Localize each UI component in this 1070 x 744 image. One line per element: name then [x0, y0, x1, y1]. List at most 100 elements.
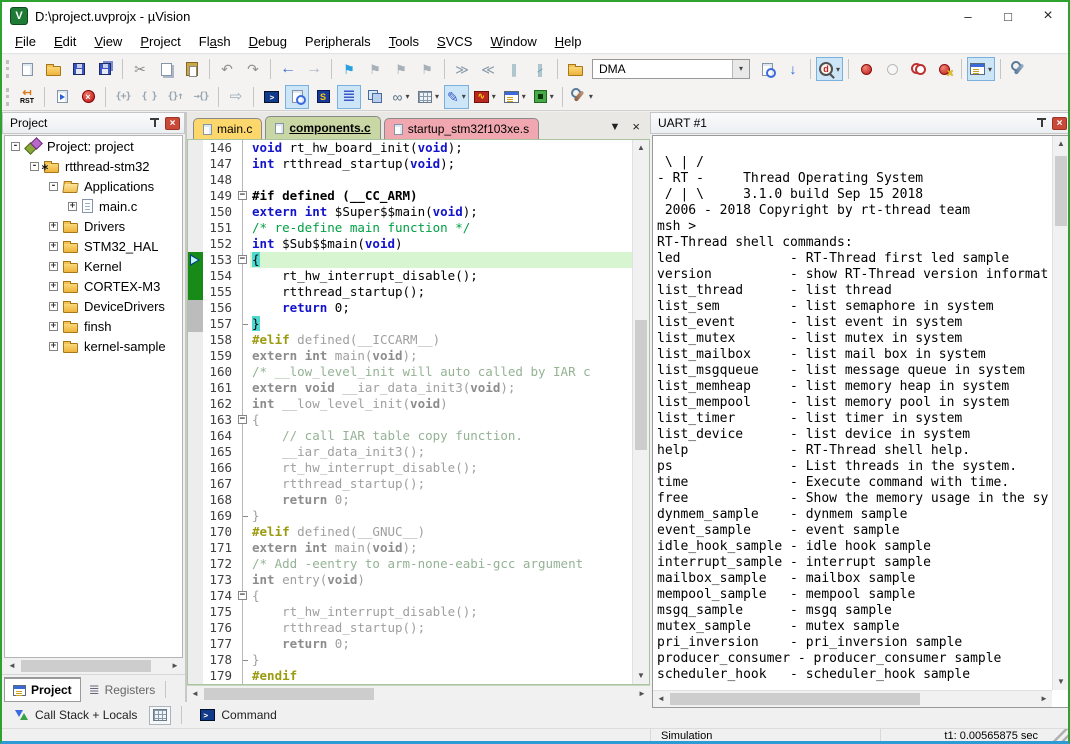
editor-tab-startup-stm32f103xe-s[interactable]: startup_stm32f103xe.s [384, 118, 539, 139]
code-editor[interactable]: 146void rt_hw_board_init(void);147int rt… [187, 139, 650, 685]
scroll-left-arrow[interactable]: ◄ [4, 658, 20, 674]
save-all-button[interactable] [93, 57, 117, 81]
previous-bookmark-button[interactable]: ⚑ [363, 57, 387, 81]
collapse-icon[interactable]: - [49, 182, 58, 191]
expand-icon[interactable]: + [49, 262, 58, 271]
tab-call-stack-locals[interactable]: Call Stack + Locals [6, 705, 145, 725]
tree-item-stm32-hal[interactable]: +STM32_HAL [5, 236, 182, 256]
fold-collapse-icon[interactable]: − [238, 415, 247, 424]
comment-button[interactable]: ∥ [502, 57, 526, 81]
close-file-icon[interactable]: × [632, 119, 640, 134]
unindent-button[interactable]: ≪ [476, 57, 500, 81]
scroll-left-arrow[interactable]: ◄ [653, 691, 669, 707]
system-viewer-button[interactable]: ▾ [501, 85, 529, 109]
undo-button[interactable]: ↶ [215, 57, 239, 81]
scroll-right-arrow[interactable]: ► [167, 658, 183, 674]
clear-bookmarks-button[interactable]: ⚑ [415, 57, 439, 81]
uart-close-icon[interactable]: × [1052, 117, 1067, 130]
peripherals-viewer-button[interactable]: ▾ [531, 85, 557, 109]
pin-icon[interactable] [150, 117, 160, 129]
editor-vscrollbar[interactable]: ▲ ▼ [632, 140, 649, 684]
debug-tools-dropdown-icon[interactable]: ▾ [589, 92, 593, 101]
search-dropdown-icon[interactable]: ▾ [732, 60, 749, 78]
new-file-button[interactable] [15, 57, 39, 81]
scroll-left-arrow[interactable]: ◄ [187, 686, 203, 702]
configure-button[interactable] [1006, 57, 1030, 81]
expand-icon[interactable]: + [49, 302, 58, 311]
tree-item-project-project[interactable]: -Project: project [5, 136, 182, 156]
expand-icon[interactable]: + [49, 242, 58, 251]
tab-command[interactable]: > Command [192, 705, 284, 725]
run-to-cursor-button[interactable]: →{} [189, 85, 213, 109]
scroll-thumb[interactable] [204, 688, 374, 700]
stop-debug-button[interactable]: × [76, 85, 100, 109]
editor-tab-components-c[interactable]: components.c [265, 116, 380, 139]
expand-icon[interactable]: + [49, 322, 58, 331]
redo-button[interactable]: ↷ [241, 57, 265, 81]
fold-collapse-icon[interactable]: − [238, 255, 247, 264]
tree-item-finsh[interactable]: +finsh [5, 316, 182, 336]
go-button[interactable]: ⇨ [224, 85, 248, 109]
window-layout-dropdown-icon[interactable]: ▾ [988, 65, 992, 74]
scroll-thumb[interactable] [1055, 156, 1067, 226]
tab-project[interactable]: Project [4, 677, 81, 702]
window-layout-button[interactable]: ▾ [967, 57, 995, 81]
minimize-button[interactable]: – [948, 2, 988, 30]
open-file-button[interactable] [41, 57, 65, 81]
tab-registers[interactable]: ≣ Registers [81, 677, 164, 702]
pin-icon[interactable] [1037, 117, 1047, 129]
menu-tools[interactable]: Tools [380, 31, 428, 52]
serial-window-button[interactable]: ≣ [337, 85, 361, 109]
uart-console[interactable]: \ | / - RT - Thread Operating System / |… [652, 135, 1070, 708]
maximize-button[interactable]: □ [988, 2, 1028, 30]
enable-all-breakpoints-button[interactable] [906, 57, 930, 81]
menu-peripherals[interactable]: Peripherals [296, 31, 380, 52]
indent-button[interactable]: ≫ [450, 57, 474, 81]
expand-icon[interactable]: + [49, 222, 58, 231]
menu-file[interactable]: File [6, 31, 45, 52]
memory-window-button[interactable]: ▾ [415, 85, 442, 109]
scroll-down-arrow[interactable]: ▼ [1053, 674, 1069, 690]
menu-flash[interactable]: Flash [190, 31, 240, 52]
copy-button[interactable] [154, 57, 178, 81]
highlight-search-dropdown-icon[interactable]: ▾ [836, 65, 840, 74]
fold-collapse-icon[interactable]: − [238, 591, 247, 600]
serial-windows-button[interactable]: ✎▾ [444, 85, 469, 109]
scroll-down-arrow[interactable]: ▼ [633, 668, 649, 684]
menu-view[interactable]: View [85, 31, 131, 52]
tree-item-drivers[interactable]: +Drivers [5, 216, 182, 236]
resize-grip[interactable] [1048, 729, 1068, 743]
menu-edit[interactable]: Edit [45, 31, 85, 52]
tree-item-kernel[interactable]: +Kernel [5, 256, 182, 276]
scroll-thumb[interactable] [670, 693, 920, 705]
paste-button[interactable] [180, 57, 204, 81]
step-out-button[interactable]: {}↑ [163, 85, 187, 109]
uncomment-button[interactable]: ∦ [528, 57, 552, 81]
highlight-search-button[interactable]: d▾ [816, 57, 843, 81]
menu-help[interactable]: Help [546, 31, 591, 52]
scroll-thumb[interactable] [21, 660, 151, 672]
menu-window[interactable]: Window [481, 31, 545, 52]
scroll-up-arrow[interactable]: ▲ [1053, 136, 1069, 152]
navigate-forward-button[interactable]: → [302, 57, 326, 81]
scroll-thumb[interactable] [635, 320, 647, 450]
analysis-windows-button[interactable]: ∿▾ [471, 85, 499, 109]
expand-icon[interactable]: + [49, 282, 58, 291]
memory-dock-button[interactable] [149, 706, 171, 725]
tree-item-kernel-sample[interactable]: +kernel-sample [5, 336, 182, 356]
disassembly-window-button[interactable] [285, 85, 309, 109]
disable-breakpoint-button[interactable] [880, 57, 904, 81]
tab-list-dropdown-icon[interactable]: ▼ [610, 121, 621, 133]
peripherals-viewer-dropdown-icon[interactable]: ▾ [550, 92, 554, 101]
next-bookmark-button[interactable]: ⚑ [389, 57, 413, 81]
command-window-button[interactable]: > [259, 85, 283, 109]
scroll-right-arrow[interactable]: ► [634, 686, 650, 702]
close-button[interactable]: × [1028, 2, 1068, 30]
step-into-button[interactable]: {+} [111, 85, 135, 109]
kill-all-breakpoints-button[interactable] [932, 57, 956, 81]
insert-breakpoint-button[interactable] [854, 57, 878, 81]
serial-windows-dropdown-icon[interactable]: ▾ [462, 92, 466, 101]
find-in-files-button[interactable] [563, 57, 587, 81]
project-tree[interactable]: -Project: project-rtthread-stm32-Applica… [4, 135, 183, 658]
watch-window-button[interactable]: ∞▾ [389, 85, 413, 109]
